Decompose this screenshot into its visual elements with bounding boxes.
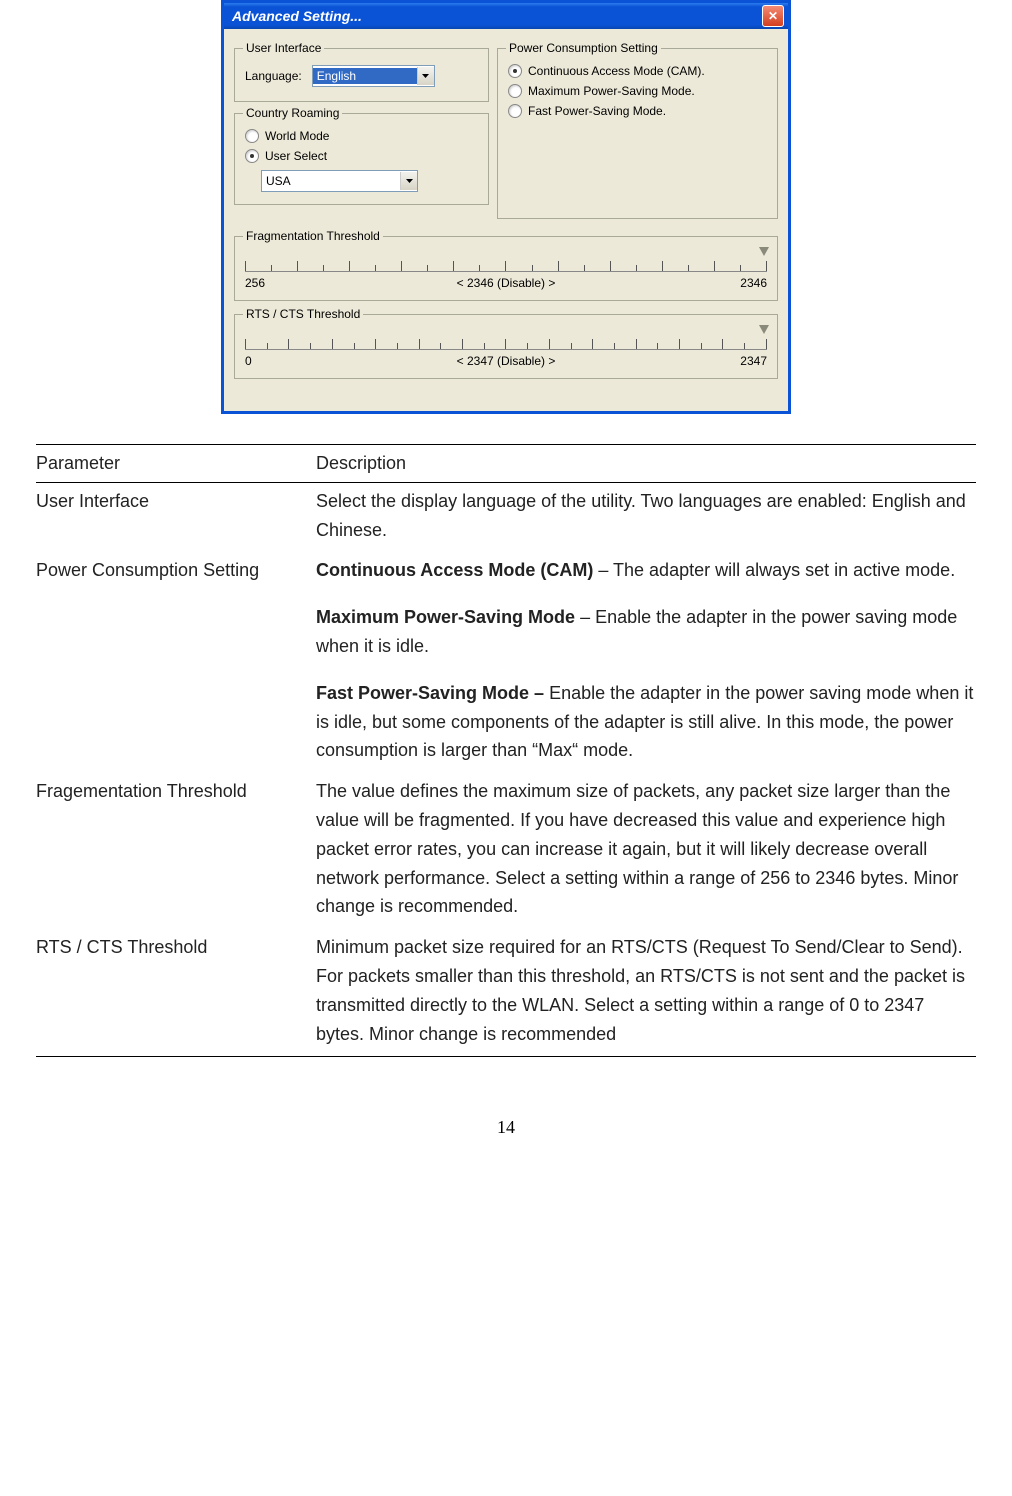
param-cell: RTS / CTS Threshold <box>36 929 316 1057</box>
power-consumption-legend: Power Consumption Setting <box>506 41 661 55</box>
user-select-radio[interactable]: User Select <box>243 146 480 166</box>
rts-slider[interactable]: 0 < 2347 (Disable) > 2347 <box>243 327 769 368</box>
fragmentation-slider[interactable]: 256 < 2346 (Disable) > 2346 <box>243 249 769 290</box>
frag-max: 2346 <box>740 276 767 290</box>
fragmentation-legend: Fragmentation Threshold <box>243 229 383 243</box>
max-power-radio[interactable]: Maximum Power-Saving Mode. <box>506 81 769 101</box>
header-parameter: Parameter <box>36 445 316 483</box>
power-consumption-group: Power Consumption Setting Continuous Acc… <box>497 41 778 219</box>
frag-min: 256 <box>245 276 265 290</box>
param-cell: Fragementation Threshold <box>36 773 316 929</box>
world-mode-label: World Mode <box>265 129 329 143</box>
parameter-table: Parameter Description User Interface Sel… <box>36 444 976 1057</box>
slider-thumb-icon[interactable] <box>759 247 769 256</box>
desc-text: Maximum Power-Saving Mode – Enable the a… <box>316 603 976 661</box>
rts-legend: RTS / CTS Threshold <box>243 307 363 321</box>
radio-icon <box>245 129 259 143</box>
user-interface-group: User Interface Language: English <box>234 41 489 102</box>
country-roaming-group: Country Roaming World Mode User Select U… <box>234 106 489 205</box>
user-interface-legend: User Interface <box>243 41 324 55</box>
advanced-setting-dialog: Advanced Setting... ✕ User Interface Lan… <box>221 0 791 414</box>
header-description: Description <box>316 445 976 483</box>
close-icon[interactable]: ✕ <box>762 5 784 27</box>
fast-power-label: Fast Power-Saving Mode. <box>528 104 666 118</box>
chevron-down-icon[interactable] <box>400 172 417 190</box>
rts-center: < 2347 (Disable) > <box>457 354 556 368</box>
table-row: RTS / CTS Threshold Minimum packet size … <box>36 929 976 1057</box>
rts-max: 2347 <box>740 354 767 368</box>
desc-text: Minimum packet size required for an RTS/… <box>316 933 976 1048</box>
fragmentation-group: Fragmentation Threshold 256 < 2346 (Disa… <box>234 229 778 301</box>
language-value: English <box>313 68 417 84</box>
frag-center: < 2346 (Disable) > <box>457 276 556 290</box>
rts-group: RTS / CTS Threshold 0 < 2347 (Disable) >… <box>234 307 778 379</box>
page-number: 14 <box>0 1117 1012 1138</box>
param-cell: Power Consumption Setting <box>36 552 316 773</box>
desc-text: The value defines the maximum size of pa… <box>316 777 976 921</box>
user-select-label: User Select <box>265 149 327 163</box>
desc-text: Select the display language of the utili… <box>316 487 976 545</box>
world-mode-radio[interactable]: World Mode <box>243 126 480 146</box>
country-dropdown[interactable]: USA <box>261 170 418 192</box>
chevron-down-icon[interactable] <box>417 67 434 85</box>
table-row: User Interface Select the display langua… <box>36 482 976 552</box>
parameter-table-section: Parameter Description User Interface Sel… <box>0 444 1012 1057</box>
desc-text: Fast Power-Saving Mode – Enable the adap… <box>316 679 976 765</box>
rts-min: 0 <box>245 354 252 368</box>
dialog-title: Advanced Setting... <box>232 8 362 24</box>
radio-icon <box>508 104 522 118</box>
max-power-label: Maximum Power-Saving Mode. <box>528 84 695 98</box>
slider-thumb-icon[interactable] <box>759 325 769 334</box>
radio-icon <box>508 64 522 78</box>
cam-radio[interactable]: Continuous Access Mode (CAM). <box>506 61 769 81</box>
table-row: Power Consumption Setting Continuous Acc… <box>36 552 976 773</box>
table-row: Fragementation Threshold The value defin… <box>36 773 976 929</box>
country-roaming-legend: Country Roaming <box>243 106 342 120</box>
language-label: Language: <box>245 69 302 83</box>
language-dropdown[interactable]: English <box>312 65 435 87</box>
param-cell: User Interface <box>36 482 316 552</box>
country-value: USA <box>262 173 400 189</box>
desc-text: Continuous Access Mode (CAM) – The adapt… <box>316 556 976 585</box>
fast-power-radio[interactable]: Fast Power-Saving Mode. <box>506 101 769 121</box>
dialog-titlebar[interactable]: Advanced Setting... ✕ <box>224 3 788 29</box>
cam-label: Continuous Access Mode (CAM). <box>528 64 705 78</box>
radio-icon <box>245 149 259 163</box>
radio-icon <box>508 84 522 98</box>
